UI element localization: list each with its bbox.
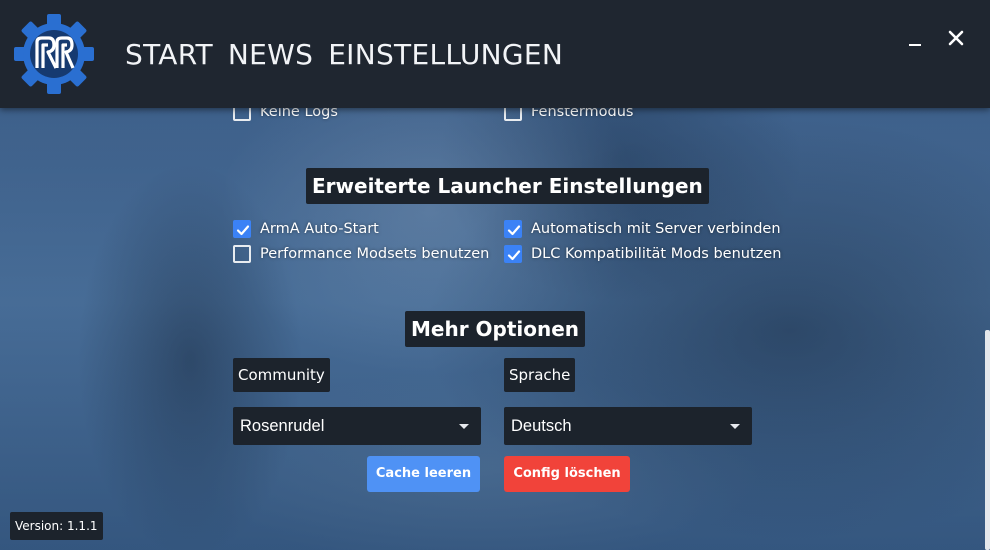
language-label: Sprache [504,358,576,392]
section-title-more-options: Mehr Optionen [405,311,586,347]
nav-news[interactable]: NEWS [228,38,313,72]
delete-config-button[interactable]: Config löschen [504,456,630,492]
checkbox-label: ArmA Auto-Start [260,221,379,237]
checkbox-dlc-compat[interactable]: DLC Kompatibilität Mods benutzen [504,244,781,264]
checkbox-label: Automatisch mit Server verbinden [531,221,781,237]
chevron-down-icon [459,424,469,429]
close-button[interactable] [941,24,969,52]
checkbox-label: Performance Modsets benutzen [260,246,490,262]
checkbox-box-checked[interactable] [504,220,522,238]
minimize-button[interactable] [900,24,928,52]
checkbox-label: DLC Kompatibilität Mods benutzen [531,246,782,262]
scrollbar-thumb[interactable] [985,330,990,550]
chevron-down-icon [730,424,740,429]
community-select-value: Rosenrudel [240,417,325,435]
checkbox-box-checked[interactable] [504,245,522,263]
community-label: Community [233,358,330,392]
section-title-launcher: Erweiterte Launcher Einstellungen [306,168,709,204]
check-icon [507,225,521,236]
nav-einstellungen[interactable]: EINSTELLUNGEN [328,38,563,72]
checkbox-arma-auto-start[interactable]: ArmA Auto-Start [233,219,379,239]
top-bar: START NEWS EINSTELLUNGEN [0,0,990,108]
language-select-value: Deutsch [511,417,572,435]
close-icon [948,30,964,46]
minimize-icon [909,44,921,46]
language-select[interactable]: Deutsch [504,407,752,445]
check-icon [236,225,250,236]
checkbox-box[interactable] [233,245,251,263]
main-nav: START NEWS EINSTELLUNGEN [125,38,563,72]
checkbox-box-checked[interactable] [233,220,251,238]
check-icon [507,250,521,261]
checkbox-auto-connect[interactable]: Automatisch mit Server verbinden [504,219,781,239]
checkbox-performance-modsets[interactable]: Performance Modsets benutzen [233,244,489,264]
version-badge: Version: 1.1.1 [10,512,103,540]
nav-start[interactable]: START [125,38,213,72]
app-logo [14,14,94,94]
clear-cache-button[interactable]: Cache leeren [367,456,480,492]
community-select[interactable]: Rosenrudel [233,407,481,445]
